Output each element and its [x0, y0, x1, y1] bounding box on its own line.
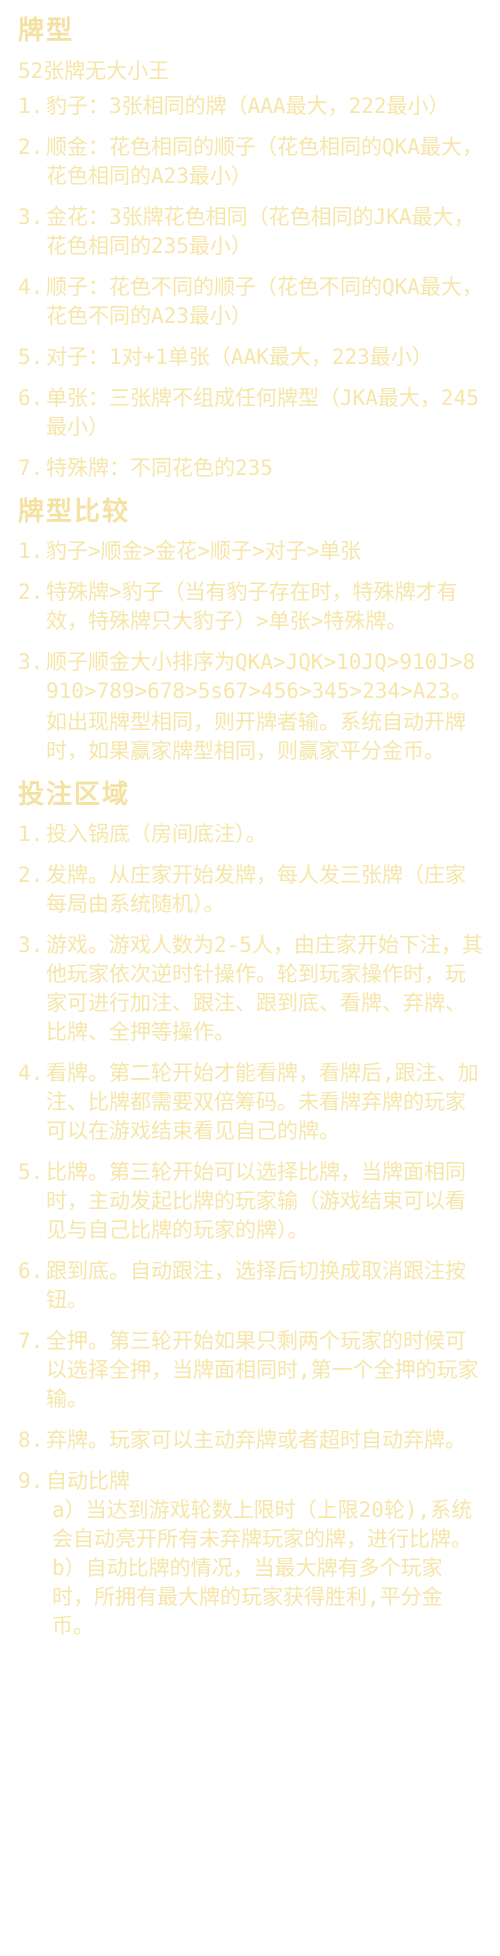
section-title-comparison: 牌型比较 — [18, 497, 131, 527]
list-item: 2. 发牌。从庄家开始发牌，每人发三张牌（庄家每局由系统随机）。 — [18, 861, 484, 919]
list-item: 5. 比牌。第三轮开始可以选择比牌，当牌面相同时，主动发起比牌的玩家输（游戏结束可… — [18, 1158, 484, 1245]
section-title-card-types: 牌型 — [18, 16, 75, 46]
item-text: 游戏。游戏人数为2-5人，由庄家开始下注，其他玩家依次逆时针操作。轮到玩家操作时… — [46, 933, 483, 1044]
list-item: 6. 单张：三张牌不组成任何牌型（JKA最大，245最小） — [18, 384, 484, 442]
list-item: 1. 豹子：3张相同的牌（AAA最大，222最小） — [18, 92, 484, 121]
item-number: 4. — [18, 275, 44, 299]
item-text: 跟到底。自动跟注，选择后切换成取消跟注按钮。 — [46, 1259, 466, 1312]
item-number: 8. — [18, 1428, 44, 1452]
section-title-betting: 投注区域 — [18, 780, 131, 810]
auto-compare-sub-a: a）当达到游戏轮数上限时（上限20轮),系统会自动亮开所有未弃牌玩家的牌，进行比… — [52, 1498, 473, 1551]
list-item: 4. 看牌。第二轮开始才能看牌，看牌后,跟注、加注、比牌都需要双倍筹码。未看牌弃牌… — [18, 1059, 484, 1146]
list-item: 7. 特殊牌：不同花色的235 — [18, 454, 484, 483]
item-number: 4. — [18, 1061, 44, 1085]
list-item: 3. 游戏。游戏人数为2-5人，由庄家开始下注，其他玩家依次逆时针操作。轮到玩家操… — [18, 931, 484, 1047]
list-item: 2. 特殊牌>豹子（当有豹子存在时，特殊牌才有效，特殊牌只大豹子）>单张>特殊牌。 — [18, 578, 484, 636]
card-types-list: 1. 豹子：3张相同的牌（AAA最大，222最小） 2. 顺金：花色相同的顺子（花色… — [18, 92, 484, 483]
item-number: 5. — [18, 345, 44, 369]
list-item: 1. 投入锅底（房间底注）。 — [18, 820, 484, 849]
item-number: 3. — [18, 933, 44, 957]
item-number: 1. — [18, 94, 44, 118]
item-text: 自动比牌 — [46, 1469, 130, 1493]
item-number: 2. — [18, 135, 44, 159]
list-item: 3. 顺子顺金大小排序为QKA>JQK>10JQ>910J>8910>789>67… — [18, 648, 484, 766]
item-text: 特殊牌：不同花色的235 — [46, 456, 273, 480]
item-number: 3. — [18, 205, 44, 229]
item-text: 豹子：3张相同的牌（AAA最大，222最小） — [46, 94, 450, 118]
comparison-list: 1. 豹子>顺金>金花>顺子>对子>单张 2. 特殊牌>豹子（当有豹子存在时，特殊牌… — [18, 537, 484, 766]
betting-list: 1. 投入锅底（房间底注）。 2. 发牌。从庄家开始发牌，每人发三张牌（庄家每局由系… — [18, 820, 484, 1641]
item-text: 弃牌。玩家可以主动弃牌或者超时自动弃牌。 — [46, 1428, 466, 1452]
item-text: 比牌。第三轮开始可以选择比牌，当牌面相同时，主动发起比牌的玩家输（游戏结束可以看… — [46, 1160, 466, 1242]
deck-intro: 52张牌无大小王 — [18, 59, 170, 83]
item-text: 顺子顺金大小排序为QKA>JQK>10JQ>910J>8910>789>678>… — [46, 650, 476, 703]
auto-compare-sub-b: b）自动比牌的情况，当最大牌有多个玩家时，所拥有最大牌的玩家获得胜利,平分金币。 — [52, 1556, 443, 1638]
item-text: 单张：三张牌不组成任何牌型（JKA最大，245最小） — [46, 386, 479, 439]
list-item: 8. 弃牌。玩家可以主动弃牌或者超时自动弃牌。 — [18, 1426, 484, 1455]
item-number: 7. — [18, 456, 44, 480]
list-item: 3. 金花：3张牌花色相同（花色相同的JKA最大，花色相同的235最小） — [18, 203, 484, 261]
list-item: 6. 跟到底。自动跟注，选择后切换成取消跟注按钮。 — [18, 1257, 484, 1315]
list-item: 7. 全押。第三轮开始如果只剩两个玩家的时候可以选择全押，当牌面相同时,第一个全押… — [18, 1327, 484, 1414]
item-text: 顺金：花色相同的顺子（花色相同的QKA最大，花色相同的A23最小） — [46, 135, 483, 188]
item-text: 对子：1对+1单张（AAK最大，223最小） — [46, 345, 433, 369]
item-text: 看牌。第二轮开始才能看牌，看牌后,跟注、加注、比牌都需要双倍筹码。未看牌弃牌的玩… — [46, 1061, 479, 1143]
item-text: 发牌。从庄家开始发牌，每人发三张牌（庄家每局由系统随机）。 — [46, 863, 466, 916]
item-number: 2. — [18, 580, 44, 604]
item-number: 7. — [18, 1329, 44, 1353]
item-number: 6. — [18, 386, 44, 410]
tie-rule-note: 如出现牌型相同，则开牌者输。系统自动开牌时，如果赢家牌型相同，则赢家平分金币。 — [46, 710, 466, 763]
item-text: 顺子：花色不同的顺子（花色不同的QKA最大，花色不同的A23最小） — [46, 275, 483, 328]
item-text: 金花：3张牌花色相同（花色相同的JKA最大，花色相同的235最小） — [46, 205, 475, 258]
item-number: 5. — [18, 1160, 44, 1184]
list-item: 2. 顺金：花色相同的顺子（花色相同的QKA最大，花色相同的A23最小） — [18, 133, 484, 191]
list-item: 4. 顺子：花色不同的顺子（花色不同的QKA最大，花色不同的A23最小） — [18, 273, 484, 331]
item-number: 1. — [18, 539, 44, 563]
item-text: 特殊牌>豹子（当有豹子存在时，特殊牌才有效，特殊牌只大豹子）>单张>特殊牌。 — [46, 580, 458, 633]
item-text: 全押。第三轮开始如果只剩两个玩家的时候可以选择全押，当牌面相同时,第一个全押的玩… — [46, 1329, 479, 1411]
item-number: 3. — [18, 650, 44, 674]
list-item: 5. 对子：1对+1单张（AAK最大，223最小） — [18, 343, 484, 372]
list-item: 9. 自动比牌 a）当达到游戏轮数上限时（上限20轮),系统会自动亮开所有未弃牌玩… — [18, 1467, 484, 1641]
item-number: 1. — [18, 822, 44, 846]
item-number: 9. — [18, 1469, 44, 1493]
list-item: 1. 豹子>顺金>金花>顺子>对子>单张 — [18, 537, 484, 566]
item-number: 6. — [18, 1259, 44, 1283]
rules-page: 牌型 52张牌无大小王 1. 豹子：3张相同的牌（AAA最大，222最小） 2. 顺… — [0, 0, 500, 1641]
item-number: 2. — [18, 863, 44, 887]
item-text: 投入锅底（房间底注）。 — [46, 822, 267, 846]
item-text: 豹子>顺金>金花>顺子>对子>单张 — [46, 539, 362, 563]
